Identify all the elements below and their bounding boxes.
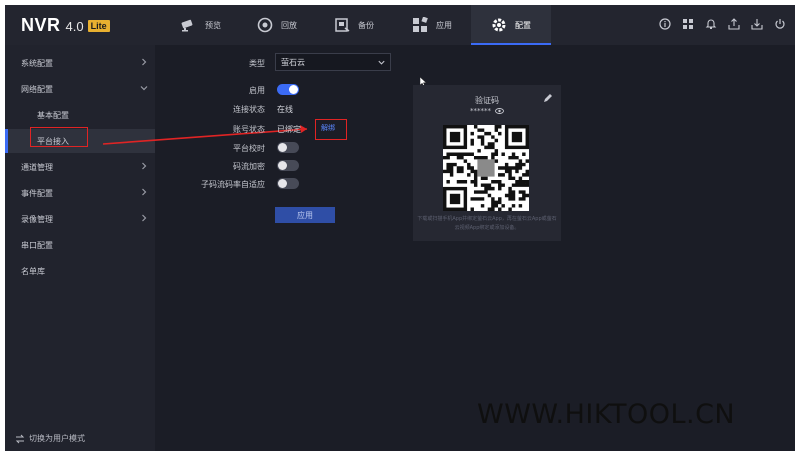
sidebar-item-event-config[interactable]: 事件配置: [5, 181, 155, 205]
sidebar-item-channel-manage[interactable]: 通道管理: [5, 155, 155, 179]
qr-password-row: ******: [413, 107, 561, 115]
switch-user-mode-label: 切换为用户模式: [29, 434, 85, 443]
connection-status-label: 连接状态: [233, 105, 265, 114]
unbind-link[interactable]: 解绑: [321, 123, 335, 133]
sidebar-item-network-config[interactable]: 网络配置: [5, 77, 155, 101]
nav-tab-label: 配置: [515, 20, 531, 30]
gear-icon: [491, 17, 507, 33]
qr-title: 验证码: [475, 96, 499, 105]
lite-badge: Lite: [87, 20, 110, 32]
chevron-down-icon: [140, 86, 148, 91]
qr-password: ******: [470, 107, 491, 115]
type-select[interactable]: 萤石云: [275, 53, 391, 71]
qr-code: [443, 125, 529, 211]
sidebar-item-list-library[interactable]: 名单库: [5, 259, 155, 283]
download-icon[interactable]: [750, 17, 764, 31]
nav-tab-label: 应用: [436, 20, 452, 30]
substream-adaptive-label: 子码流码率自适应: [201, 180, 265, 189]
app-logo: NVR 4.0 Lite: [21, 15, 110, 37]
edit-icon[interactable]: [543, 93, 553, 103]
export-icon[interactable]: [727, 17, 741, 31]
type-label: 类型: [249, 59, 265, 68]
platform-timesync-label: 平台校时: [233, 144, 265, 153]
type-select-value: 萤石云: [281, 57, 305, 67]
chevron-down-icon: [378, 60, 385, 65]
sidebar-item-label: 基本配置: [37, 110, 69, 120]
nav-tab-label: 回放: [281, 20, 297, 30]
qr-code-graphic: [443, 125, 529, 211]
sidebar: 系统配置 网络配置 基本配置 平台接入 通道管理 事件配置 录像管理 串口配置: [5, 45, 155, 451]
backup-icon: [334, 17, 350, 33]
info-icon[interactable]: [658, 17, 672, 31]
switch-icon: [15, 434, 25, 443]
nvr-window: NVR 4.0 Lite 预览 回放 备份 应用 配置 系统配置 网络配置 基本…: [5, 5, 795, 451]
sidebar-item-system-config[interactable]: 系统配置: [5, 51, 155, 75]
power-icon[interactable]: [773, 17, 787, 31]
sidebar-item-label: 名单库: [21, 266, 45, 276]
nav-tab-preview[interactable]: 预览: [163, 5, 239, 45]
switch-user-mode-button[interactable]: 切换为用户模式: [15, 433, 85, 444]
connection-status-value: 在线: [277, 105, 293, 114]
eye-icon[interactable]: [495, 108, 504, 114]
brand-version: 4.0: [65, 19, 84, 34]
sidebar-item-basic-config[interactable]: 基本配置: [5, 103, 155, 127]
sidebar-item-serial-config[interactable]: 串口配置: [5, 233, 155, 257]
highlight-box-platform-access: [30, 127, 88, 147]
nav-tab-apps[interactable]: 应用: [393, 5, 471, 45]
substream-adaptive-toggle[interactable]: [277, 178, 299, 189]
enable-label: 启用: [249, 86, 265, 95]
sidebar-item-label: 事件配置: [21, 188, 53, 198]
watermark: WWW.HIKTOOL.CN: [477, 399, 736, 430]
brand-name: NVR: [21, 15, 61, 35]
nav-tab-backup[interactable]: 备份: [315, 5, 393, 45]
account-status-value: 已绑定: [277, 125, 301, 134]
nav-tab-label: 预览: [205, 20, 221, 30]
nav-tab-playback[interactable]: 回放: [239, 5, 315, 45]
stream-encrypt-label: 码流加密: [233, 162, 265, 171]
sidebar-item-label: 网络配置: [21, 84, 53, 94]
nav-tab-config[interactable]: 配置: [471, 5, 551, 45]
stream-encrypt-toggle[interactable]: [277, 160, 299, 171]
sidebar-item-label: 串口配置: [21, 240, 53, 250]
toolbar-icons: [658, 17, 787, 31]
nav-tab-label: 备份: [358, 20, 374, 30]
platform-timesync-toggle[interactable]: [277, 142, 299, 153]
network-icon[interactable]: [681, 17, 695, 31]
top-bar: NVR 4.0 Lite 预览 回放 备份 应用 配置: [5, 5, 795, 45]
sidebar-item-label: 系统配置: [21, 58, 53, 68]
sidebar-item-label: 录像管理: [21, 214, 53, 224]
chevron-right-icon: [142, 162, 147, 170]
main-nav: 预览 回放 备份 应用 配置: [163, 5, 551, 45]
camera-icon: [181, 17, 197, 33]
qr-panel: 验证码 ****** 下载或扫描手机App并绑定萤石云App，再在萤石云App或…: [413, 85, 561, 241]
playback-icon: [257, 17, 273, 33]
enable-toggle[interactable]: [277, 84, 299, 95]
chevron-right-icon: [142, 214, 147, 222]
apply-button[interactable]: 应用: [275, 207, 335, 223]
sidebar-item-record-manage[interactable]: 录像管理: [5, 207, 155, 231]
bell-icon[interactable]: [704, 17, 718, 31]
account-status-label: 账号状态: [233, 125, 265, 134]
sidebar-item-label: 通道管理: [21, 162, 53, 172]
chevron-right-icon: [142, 188, 147, 196]
qr-hint: 下载或扫描手机App并绑定萤石云App，再在萤石云App或萤石云视频App绑定或…: [417, 216, 557, 231]
apps-icon: [412, 17, 428, 33]
chevron-right-icon: [142, 58, 147, 66]
